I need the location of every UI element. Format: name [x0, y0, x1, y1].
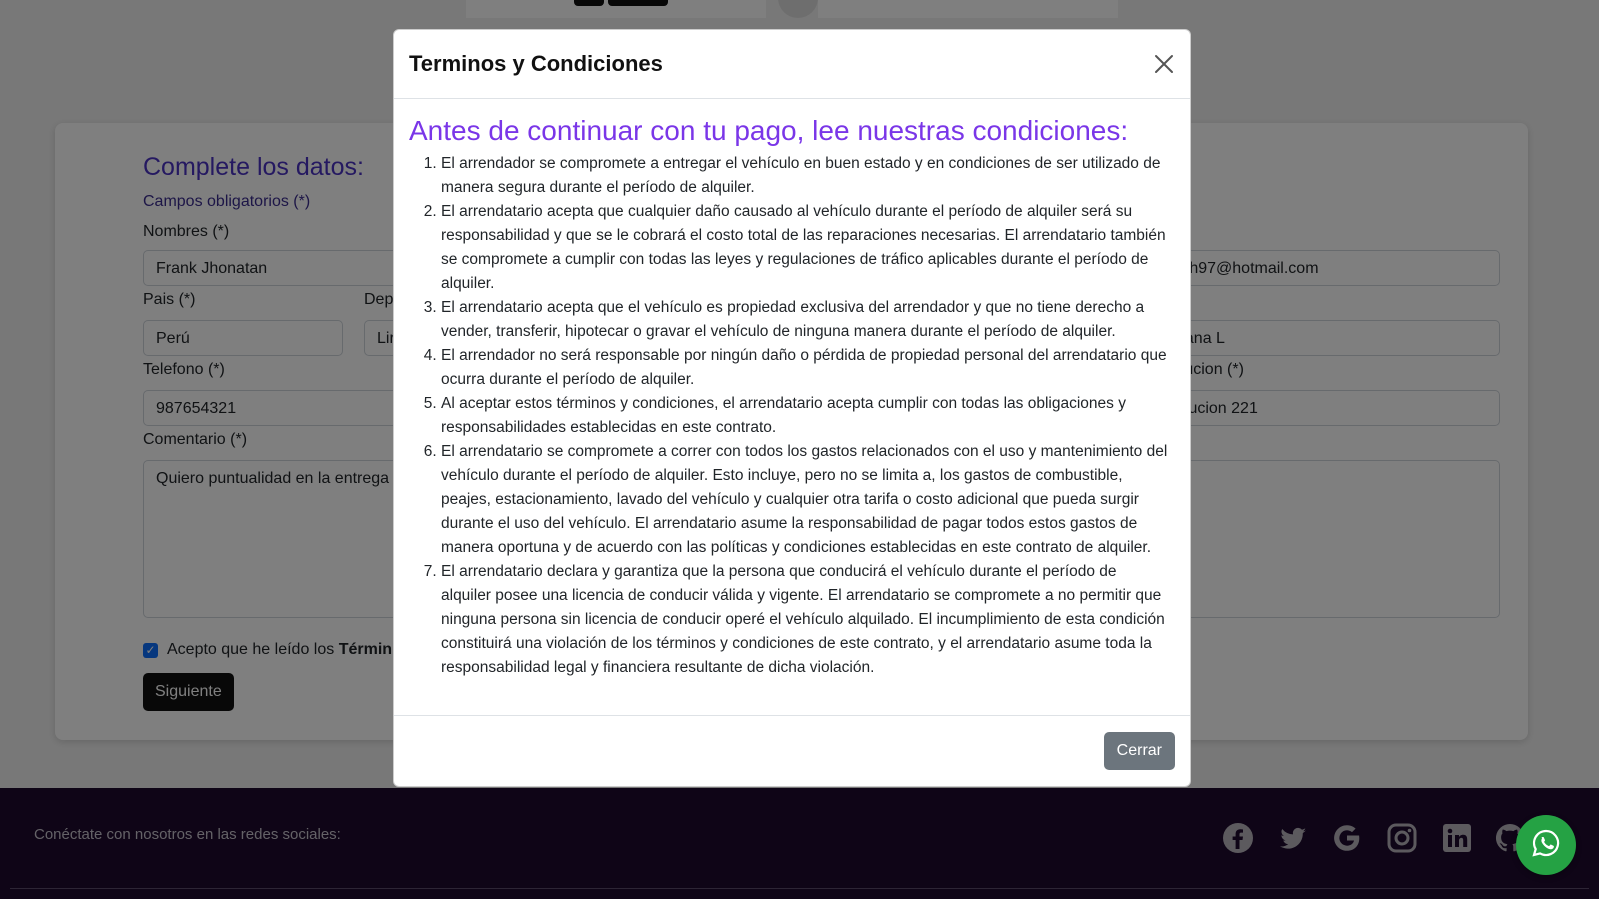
close-icon[interactable] — [1152, 52, 1176, 76]
conditions-list: El arrendador se compromete a entregar e… — [409, 152, 1169, 680]
close-button[interactable]: Cerrar — [1103, 732, 1175, 770]
modal-intro: Antes de continuar con tu pago, lee nues… — [409, 115, 1129, 146]
condition-item: El arrendatario acepta que cualquier dañ… — [441, 200, 1169, 296]
condition-item: El arrendador no será responsable por ni… — [441, 344, 1169, 392]
modal-body: Antes de continuar con tu pago, lee nues… — [409, 114, 1169, 680]
whatsapp-icon — [1530, 827, 1562, 864]
condition-item: El arrendatario declara y garantiza que … — [441, 560, 1169, 680]
modal-header: Terminos y Condiciones — [394, 30, 1190, 99]
condition-item: El arrendatario acepta que el vehículo e… — [441, 296, 1169, 344]
terms-modal: Terminos y Condiciones Antes de continua… — [393, 29, 1191, 787]
condition-item: El arrendador se compromete a entregar e… — [441, 152, 1169, 200]
condition-item: El arrendatario se compromete a correr c… — [441, 440, 1169, 560]
condition-item: Al aceptar estos términos y condiciones,… — [441, 392, 1169, 440]
modal-title: Terminos y Condiciones — [409, 51, 663, 76]
modal-footer: Cerrar — [394, 715, 1190, 786]
whatsapp-button[interactable] — [1516, 815, 1576, 875]
